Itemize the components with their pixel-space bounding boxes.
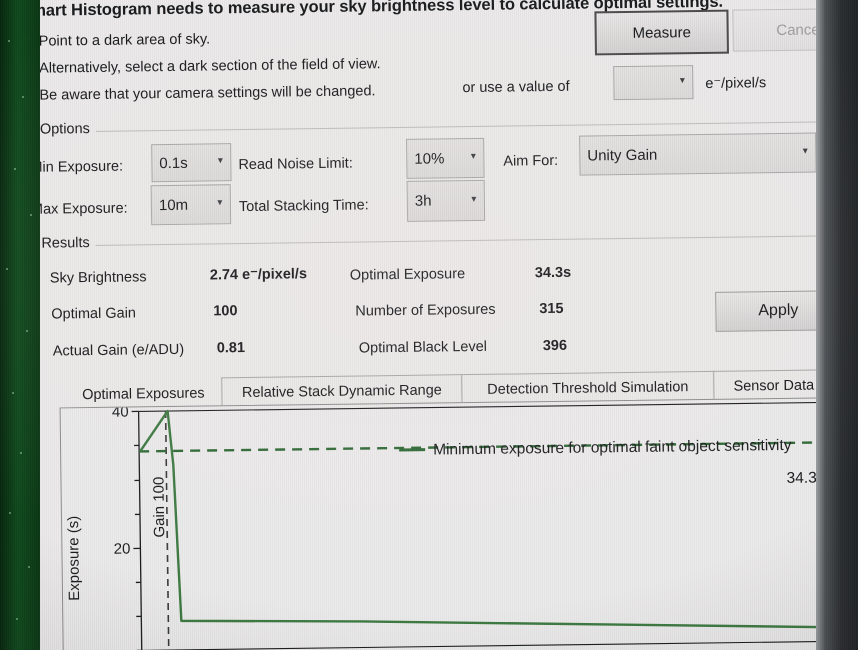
min-exposure-label: Min Exposure:: [30, 158, 124, 176]
tab-label: Optimal Exposures: [82, 385, 205, 403]
right-bezel: [816, 0, 858, 650]
optimal-gain-label: Optimal Gain: [51, 305, 137, 323]
total-stacking-time-value: 3h: [414, 192, 432, 210]
optimal-black-level-value: 396: [542, 337, 568, 355]
optimal-exposure-value: 34.3s: [534, 264, 572, 282]
number-of-exposures-value: 315: [539, 300, 564, 318]
apply-button-label: Apply: [758, 301, 799, 320]
chevron-down-icon: ▾: [217, 155, 223, 167]
optimal-exposure-label: Optimal Exposure: [349, 266, 466, 284]
legend-label-minimum-exposure: Minimum exposure for optimal faint objec…: [433, 437, 792, 459]
tab-label: Sensor Data: [733, 377, 815, 395]
gain-marker-label: Gain 100: [150, 477, 168, 538]
measure-button-label: Measure: [632, 23, 691, 42]
aim-for-label: Aim For:: [503, 152, 559, 170]
total-stacking-time-label: Total Stacking Time:: [238, 197, 369, 216]
optimal-exposures-panel: Exposure (s) 40 20 Gain 100 Minimum expo…: [59, 397, 838, 650]
number-of-exposures-label: Number of Exposures: [355, 301, 496, 320]
read-noise-limit-value: 10%: [414, 149, 445, 168]
chevron-down-icon: ▾: [802, 145, 808, 157]
read-noise-limit-label: Read Noise Limit:: [238, 155, 353, 174]
max-exposure-label: Max Exposure:: [30, 200, 128, 218]
screen-photo: Smart Histogram needs to measure your sk…: [0, 0, 858, 650]
chevron-down-icon: ▾: [217, 197, 223, 209]
instruction-text-2: Alternatively, select a dark section of …: [39, 56, 381, 77]
max-exposure-dropdown[interactable]: 10m ▾: [150, 184, 232, 226]
chart-y-axis-label: Exposure (s): [65, 516, 83, 601]
results-group-legend: Results: [35, 234, 96, 252]
tab-label: Detection Threshold Simulation: [487, 378, 689, 398]
chart-y-axis: [131, 410, 143, 650]
chevron-down-icon: ▾: [471, 193, 477, 205]
instruction-text-3: Be aware that your camera settings will …: [39, 83, 376, 104]
aim-for-dropdown[interactable]: Unity Gain ▾: [579, 132, 817, 176]
smart-histogram-dialog: Smart Histogram needs to measure your sk…: [14, 0, 858, 650]
min-exposure-value: 0.1s: [159, 154, 188, 172]
list-item: •Be aware that your camera settings will…: [29, 77, 381, 109]
min-exposure-dropdown[interactable]: 0.1s ▾: [151, 143, 232, 183]
sky-value-text: [614, 82, 672, 83]
tab-label: Relative Stack Dynamic Range: [241, 381, 442, 401]
sky-value-unit-label: e⁻/pixel/s: [705, 75, 767, 92]
instruction-list: •Point to a dark area of sky. •Alternati…: [29, 23, 381, 109]
optimal-gain-value: 100: [213, 303, 238, 320]
measure-button[interactable]: Measure: [594, 9, 729, 56]
aim-for-value: Unity Gain: [587, 146, 658, 165]
optimal-exposures-chart: Exposure (s) 40 20 Gain 100 Minimum expo…: [65, 401, 837, 650]
actual-gain-label: Actual Gain (e/ADU): [52, 341, 185, 360]
sky-value-dropdown[interactable]: ▾: [613, 65, 694, 101]
chevron-down-icon: ▾: [679, 75, 685, 87]
actual-gain-value: 0.81: [216, 340, 246, 357]
sky-brightness-value: 2.74 e⁻/pixel/s: [209, 266, 308, 284]
optimal-black-level-label: Optimal Black Level: [358, 338, 488, 357]
chart-y-tick-label-40: 40: [112, 404, 129, 421]
instruction-text-1: Point to a dark area of sky.: [38, 31, 211, 50]
total-stacking-time-dropdown[interactable]: 3h ▾: [406, 179, 486, 222]
max-exposure-value: 10m: [158, 196, 189, 214]
left-bezel: [0, 0, 40, 650]
sky-brightness-label: Sky Brightness: [49, 269, 147, 287]
chevron-down-icon: ▾: [470, 150, 476, 163]
use-value-label: or use a value of: [462, 78, 570, 97]
read-noise-limit-dropdown[interactable]: 10% ▾: [406, 137, 485, 179]
options-group-legend: Options: [33, 120, 96, 138]
chart-y-tick-label-20: 20: [114, 541, 131, 558]
